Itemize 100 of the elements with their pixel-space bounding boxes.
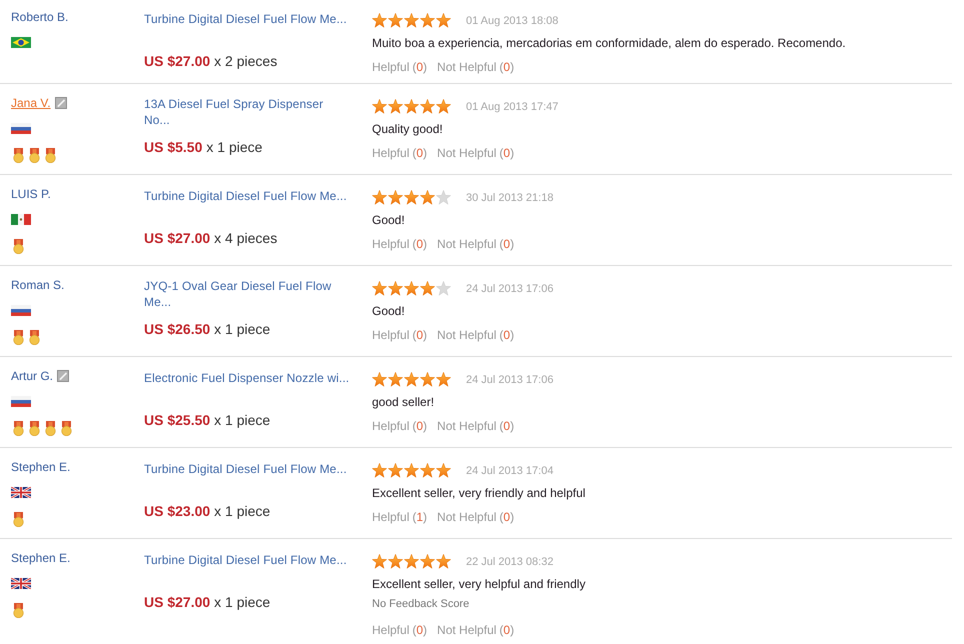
star-icon [404, 463, 419, 478]
star-icon [404, 554, 419, 569]
buyer-name[interactable]: Roberto B. [11, 10, 68, 24]
price-text: US $26.50 [144, 320, 210, 338]
star-icon [372, 463, 387, 478]
buyer-name[interactable]: Artur G. [11, 369, 54, 383]
not-helpful-button[interactable]: Not Helpful (0) [437, 622, 514, 638]
review-text: Good! [372, 303, 405, 319]
uk-flag-icon [11, 578, 31, 589]
buyer-name[interactable]: Stephen E. [11, 460, 70, 474]
helpful-button[interactable]: Helpful (0) [372, 622, 428, 638]
quantity-text: x 1 piece [214, 593, 270, 611]
star-icon [436, 281, 451, 296]
review-date: 24 Jul 2013 17:06 [466, 372, 554, 386]
star-icon [372, 372, 387, 387]
medal-icon [13, 239, 24, 254]
medal-icon [45, 421, 56, 436]
star-icon [388, 13, 403, 28]
price-text: US $27.00 [144, 52, 210, 70]
star-icon [436, 554, 451, 569]
star-icon [436, 372, 451, 387]
star-icon [372, 13, 387, 28]
not-helpful-button[interactable]: Not Helpful (0) [437, 327, 514, 343]
star-icon [436, 190, 451, 205]
price-text: US $27.00 [144, 229, 210, 247]
helpful-button[interactable]: Helpful (0) [372, 59, 428, 75]
price-text: US $25.50 [144, 411, 210, 429]
star-icon [404, 99, 419, 114]
medal-icon [13, 330, 24, 345]
star-icon [388, 190, 403, 205]
product-link[interactable]: Electronic Fuel Dispenser Nozzle wi... [144, 370, 350, 386]
review-date: 24 Jul 2013 17:06 [466, 282, 554, 296]
star-icon [388, 99, 403, 114]
review-date: 01 Aug 2013 18:08 [466, 14, 558, 28]
review-text: Good! [372, 212, 405, 228]
brazil-flag-icon [11, 37, 31, 48]
star-icon [420, 281, 435, 296]
medal-icon [13, 512, 24, 527]
mexico-flag-icon [11, 214, 31, 225]
price-text: US $23.00 [144, 502, 210, 520]
helpful-button[interactable]: Helpful (0) [372, 418, 428, 434]
not-helpful-button[interactable]: Not Helpful (0) [437, 418, 514, 434]
medal-icon [29, 330, 40, 345]
review-text: Muito boa a experiencia, mercadorias em conformidade, alem do esperado. Recomendo. [372, 35, 846, 51]
price-text: US $27.00 [144, 593, 210, 611]
medal-icon [13, 421, 24, 436]
buyer-name[interactable]: Stephen E. [11, 551, 70, 565]
price-text: US $5.50 [144, 138, 202, 156]
review-date: 01 Aug 2013 17:47 [466, 100, 558, 114]
medal-icon [29, 148, 40, 163]
star-icon [420, 554, 435, 569]
quantity-text: x 2 pieces [214, 52, 278, 70]
helpful-button[interactable]: Helpful (0) [372, 327, 428, 343]
buyer-name[interactable]: Jana V. [11, 96, 51, 110]
star-icon [436, 99, 451, 114]
quantity-text: x 1 piece [206, 138, 262, 156]
star-icon [420, 190, 435, 205]
star-icon [388, 372, 403, 387]
star-icon [404, 281, 419, 296]
buyer-name[interactable]: LUIS P. [11, 187, 51, 201]
star-icon [420, 372, 435, 387]
review-text: Quality good! [372, 121, 443, 137]
russia-flag-icon [11, 396, 31, 407]
product-link[interactable]: 13A Diesel Fuel Spray Dispenser No... [144, 96, 350, 128]
star-icon [372, 190, 387, 205]
review-date: 22 Jul 2013 08:32 [466, 554, 554, 568]
star-icon [372, 281, 387, 296]
star-icon [388, 281, 403, 296]
product-link[interactable]: Turbine Digital Diesel Fuel Flow Me... [144, 552, 347, 568]
buyer-name[interactable]: Roman S. [11, 278, 64, 292]
star-icon [420, 13, 435, 28]
star-icon [404, 190, 419, 205]
star-icon [420, 99, 435, 114]
product-link[interactable]: Turbine Digital Diesel Fuel Flow Me... [144, 188, 347, 204]
helpful-button[interactable]: Helpful (0) [372, 236, 428, 252]
star-icon [436, 13, 451, 28]
product-link[interactable]: Turbine Digital Diesel Fuel Flow Me... [144, 461, 347, 477]
helpful-button[interactable]: Helpful (1) [372, 509, 428, 525]
russia-flag-icon [11, 305, 31, 316]
not-helpful-button[interactable]: Not Helpful (0) [437, 59, 514, 75]
review-date: 24 Jul 2013 17:04 [466, 464, 554, 478]
star-icon [388, 463, 403, 478]
medal-icon [13, 148, 24, 163]
star-icon [420, 463, 435, 478]
star-icon [372, 99, 387, 114]
uk-flag-icon [11, 487, 31, 498]
quantity-text: x 4 pieces [214, 229, 278, 247]
not-helpful-button[interactable]: Not Helpful (0) [437, 145, 514, 161]
quantity-text: x 1 piece [214, 320, 270, 338]
helpful-button[interactable]: Helpful (0) [372, 145, 428, 161]
not-helpful-button[interactable]: Not Helpful (0) [437, 236, 514, 252]
not-helpful-button[interactable]: Not Helpful (0) [437, 509, 514, 525]
star-icon [372, 554, 387, 569]
product-link[interactable]: JYQ-1 Oval Gear Diesel Fuel Flow Me... [144, 278, 350, 310]
product-link[interactable]: Turbine Digital Diesel Fuel Flow Me... [144, 11, 347, 27]
quantity-text: x 1 piece [214, 411, 270, 429]
star-icon [388, 554, 403, 569]
quantity-text: x 1 piece [214, 502, 270, 520]
medal-icon [29, 421, 40, 436]
star-icon [436, 463, 451, 478]
